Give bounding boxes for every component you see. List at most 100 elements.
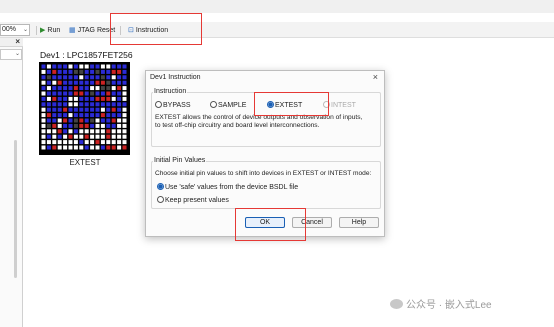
chip-pin: [117, 64, 122, 69]
highlight-extest-option: [254, 92, 329, 116]
chip-pin: [57, 145, 62, 150]
chip-pin: [46, 107, 51, 112]
chip-pin: [52, 113, 57, 118]
chip-pin: [68, 145, 73, 150]
chip-pin: [106, 86, 111, 91]
chip-pin: [46, 96, 51, 101]
chip-pin: [117, 118, 122, 123]
chip-pin: [46, 91, 51, 96]
chip-pin: [79, 86, 84, 91]
chip-pin: [68, 134, 73, 139]
chip-pin: [111, 118, 116, 123]
chip-pin: [122, 145, 127, 150]
chip-pin: [68, 96, 73, 101]
chip-pin: [52, 102, 57, 107]
chip-pin: [122, 113, 127, 118]
chip-pin: [68, 75, 73, 80]
chip-pin: [41, 113, 46, 118]
top-band: [0, 0, 554, 13]
chip-pin: [41, 140, 46, 145]
chip-pin: [84, 129, 89, 134]
chip-pin: [100, 64, 105, 69]
chip-pin: [68, 64, 73, 69]
watermark-text: 公众号 · 嵌入式Lee: [406, 300, 492, 311]
zoom-value: 00%: [2, 26, 17, 33]
wechat-icon: [390, 299, 403, 309]
chip-pin: [100, 102, 105, 107]
radio-sample[interactable]: SAMPLE: [210, 101, 246, 110]
chip-pin: [122, 64, 127, 69]
chip-pin: [68, 80, 73, 85]
chip-pin: [79, 96, 84, 101]
chip-pin: [106, 80, 111, 85]
help-button[interactable]: Help: [339, 217, 379, 228]
chip-pin-map: [39, 62, 130, 155]
radio-circle-icon: [157, 196, 164, 203]
radio-bypass-label: BYPASS: [163, 102, 191, 109]
chip-pin: [73, 86, 78, 91]
radio-keep-present[interactable]: Keep present values: [157, 196, 229, 205]
chip-pin: [95, 80, 100, 85]
chip-pin: [90, 145, 95, 150]
chip-pin: [122, 107, 127, 112]
chip-pin: [73, 123, 78, 128]
left-panel-scrollbar[interactable]: [14, 140, 17, 278]
chip-pin: [111, 145, 116, 150]
chip-pin: [95, 69, 100, 74]
chip-pin: [79, 75, 84, 80]
chip-pin: [57, 69, 62, 74]
chip-pin: [52, 134, 57, 139]
chip-pin: [111, 96, 116, 101]
chip-pin: [63, 113, 68, 118]
chip-pin: [63, 96, 68, 101]
chip-pin: [95, 134, 100, 139]
run-button[interactable]: ▶ Run: [40, 25, 60, 36]
chip-pin: [52, 69, 57, 74]
chip-pin: [117, 75, 122, 80]
chip-pin: [90, 75, 95, 80]
chip-pin: [73, 64, 78, 69]
chip-pin: [111, 129, 116, 134]
chip-pin: [46, 140, 51, 145]
instruction-description: EXTEST allows the control of device outp…: [155, 114, 362, 130]
chip-pin: [95, 118, 100, 123]
chevron-down-icon: ⌄: [22, 27, 28, 33]
chip-pin: [95, 113, 100, 118]
chip-pin: [41, 91, 46, 96]
chip-pin: [111, 75, 116, 80]
chip-pin: [57, 96, 62, 101]
radio-use-safe[interactable]: Use 'safe' values from the device BSDL f…: [157, 183, 298, 192]
close-icon[interactable]: ×: [15, 37, 20, 46]
chip-pin: [117, 134, 122, 139]
chip-pin: [57, 86, 62, 91]
chip-pin: [117, 123, 122, 128]
chip-pin: [73, 145, 78, 150]
chip-pin: [68, 69, 73, 74]
left-panel-combo[interactable]: ⌄: [0, 49, 22, 60]
chip-pin: [84, 102, 89, 107]
device-title: Dev1 : LPC1857FET256: [40, 50, 133, 60]
chip-pin: [52, 80, 57, 85]
chip-pin: [90, 91, 95, 96]
chip-pin: [84, 107, 89, 112]
chip-pin: [95, 86, 100, 91]
close-icon[interactable]: ×: [373, 72, 378, 82]
jtag-reset-button[interactable]: ▦ JTAG Reset: [69, 25, 115, 36]
chip-pin: [90, 86, 95, 91]
radio-bypass[interactable]: BYPASS: [155, 101, 191, 110]
chip-pin: [117, 86, 122, 91]
chip-pin: [79, 64, 84, 69]
chip-pin: [84, 75, 89, 80]
chip-pin: [90, 69, 95, 74]
chip-pin: [95, 75, 100, 80]
chip-pin: [73, 91, 78, 96]
chip-pin: [106, 69, 111, 74]
chip-pin: [84, 140, 89, 145]
zoom-select[interactable]: 00% ⌄: [0, 24, 30, 36]
chip-pin: [41, 107, 46, 112]
chip-pin: [106, 91, 111, 96]
chip-pin: [41, 69, 46, 74]
chip-pin: [90, 96, 95, 101]
chip-pin: [100, 96, 105, 101]
chip-pin: [57, 75, 62, 80]
